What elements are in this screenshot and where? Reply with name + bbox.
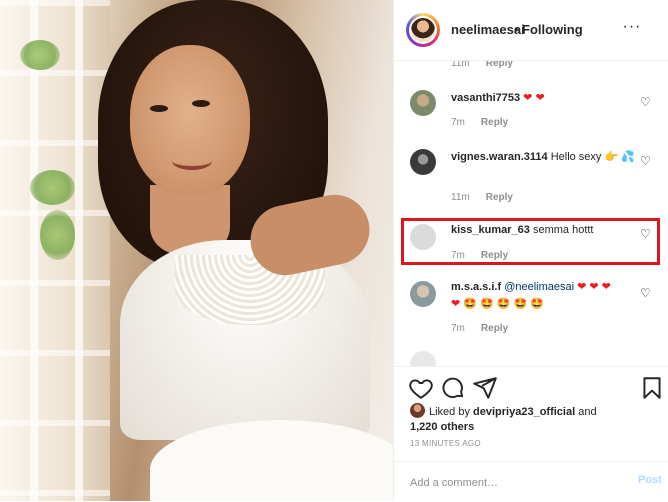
comment-meta: 11m Reply	[451, 192, 513, 203]
commenter-username[interactable]: m.s.a.s.i.f	[451, 281, 501, 293]
following-button[interactable]: Following	[522, 22, 583, 37]
post-side-panel: neelimaesai • Following ··· 11m Reply vas…	[393, 0, 668, 501]
bookmark-icon[interactable]	[639, 375, 665, 401]
liker-username[interactable]: devipriya23_official	[473, 406, 575, 418]
comment-emoji: ❤ 🤩 🤩 🤩 🤩 🤩	[451, 298, 544, 310]
comment-meta: 7m Reply	[451, 323, 508, 334]
commenter-username[interactable]: vignes.waran.3114	[451, 151, 548, 163]
author-avatar[interactable]	[406, 13, 440, 47]
separator-dot: •	[514, 22, 519, 37]
like-comment-heart-icon[interactable]: ♡	[640, 228, 652, 240]
likes-count[interactable]: 1,220 others	[410, 421, 474, 433]
plant-leaf	[40, 210, 75, 260]
commenter-username[interactable]: vasanthi7753	[451, 92, 520, 104]
post-comment-button[interactable]: Post	[638, 474, 662, 486]
comment-time: 7m	[451, 117, 465, 128]
like-comment-heart-icon[interactable]: ♡	[640, 96, 652, 108]
reply-button[interactable]: Reply	[481, 250, 508, 261]
window-bar	[75, 0, 83, 501]
reply-button[interactable]: Reply	[481, 117, 508, 128]
comment-mention[interactable]: @neelimaesai	[504, 281, 574, 293]
comment-meta: 7m Reply	[451, 250, 508, 261]
likes-prefix: Liked by	[429, 406, 470, 418]
commenter-avatar[interactable]	[410, 90, 436, 116]
liker-avatar[interactable]	[410, 403, 425, 418]
post-actions: Liked by devipriya23_official and 1,220 …	[394, 366, 668, 462]
comment-meta: 7m Reply	[451, 117, 508, 128]
commenter-avatar[interactable]	[410, 149, 436, 175]
plant-leaf	[20, 40, 60, 70]
heart-icon[interactable]	[408, 375, 434, 401]
subject-eye	[150, 105, 168, 112]
comment-bubble-icon[interactable]	[440, 375, 466, 401]
like-comment-heart-icon[interactable]: ♡	[640, 287, 652, 299]
commenter-avatar[interactable]	[410, 281, 436, 307]
post-timestamp[interactable]: 13 MINUTES AGO	[410, 439, 481, 448]
post-photo[interactable]	[0, 0, 393, 501]
commenter-username[interactable]: kiss_kumar_63	[451, 224, 530, 236]
comment-text: Hello sexy	[550, 151, 602, 163]
commenter-avatar[interactable]	[410, 224, 436, 250]
subject-face	[130, 45, 250, 195]
comment-time: 11m	[451, 61, 470, 69]
post-header: neelimaesai • Following ···	[394, 0, 668, 61]
comment-input[interactable]	[408, 474, 612, 492]
paper-plane-icon[interactable]	[472, 375, 498, 401]
comment-text: semma hottt	[532, 224, 594, 236]
comment-time: 11m	[451, 192, 470, 203]
add-comment-bar: Post	[394, 461, 668, 502]
reply-button[interactable]: Reply	[486, 61, 513, 69]
comment-time: 7m	[451, 323, 465, 334]
comment-time: 7m	[451, 250, 465, 261]
next-comment-avatar-partial	[410, 351, 436, 366]
like-comment-heart-icon[interactable]: ♡	[640, 155, 652, 167]
likes-and: and	[578, 406, 597, 418]
reply-button[interactable]: Reply	[486, 192, 513, 203]
comments-list[interactable]: 11m Reply vasanthi7753 ❤ ❤ ♡ 7m Reply vign…	[394, 61, 668, 366]
avatar-image	[411, 18, 435, 42]
subject-smile	[172, 152, 212, 170]
plant-leaf	[30, 170, 75, 205]
likes-summary: Liked by devipriya23_official and 1,220 …	[410, 403, 650, 435]
comment-emoji: 👉 💦	[604, 151, 635, 163]
window-bar	[30, 0, 38, 501]
comment-emoji: ❤ ❤	[523, 92, 545, 104]
comment-emoji: ❤ ❤ ❤	[577, 281, 611, 293]
subject-eye	[192, 100, 210, 107]
comment-meta: 11m Reply	[451, 61, 513, 69]
reply-button[interactable]: Reply	[481, 323, 508, 334]
more-horizontal-icon[interactable]: ···	[619, 14, 645, 40]
